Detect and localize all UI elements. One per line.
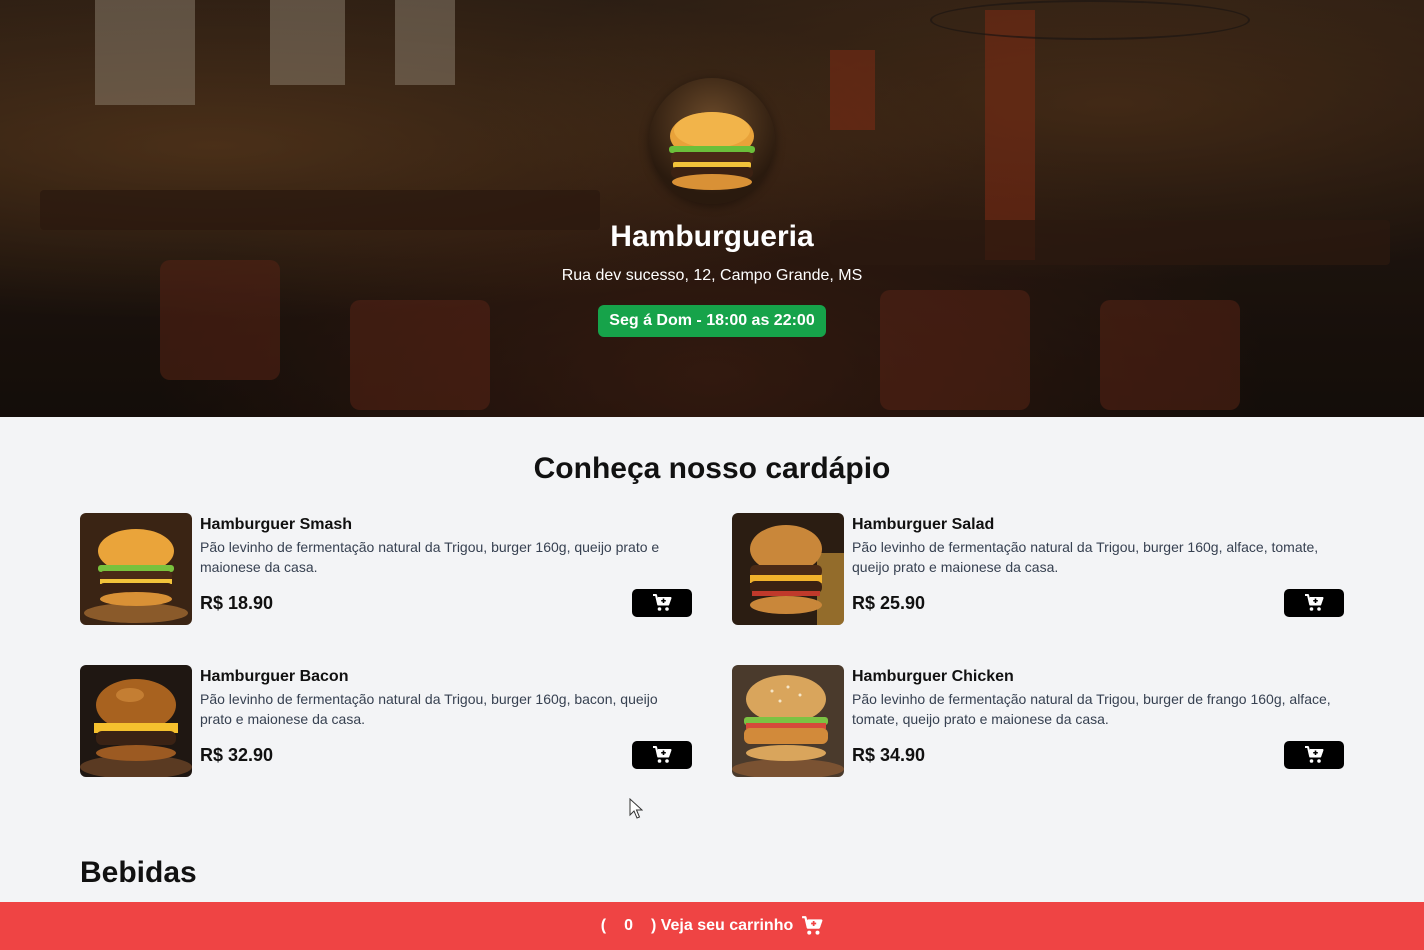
menu-title: Conheça nosso cardápio	[533, 452, 891, 485]
product-name: Hamburguer Chicken	[852, 668, 1014, 685]
restaurant-address: Rua dev sucesso, 12, Campo Grande, MS	[561, 267, 863, 284]
cart-plus-icon	[1305, 594, 1324, 611]
cart-plus-icon	[653, 746, 672, 763]
product-description: Pão levinho de fermentação natural da Tr…	[852, 539, 1319, 575]
drinks-section-title: Bebidas	[80, 856, 197, 889]
menu-item-salad: Hamburguer Salad Pão levinho de fermenta…	[732, 513, 1344, 625]
add-to-cart-button[interactable]	[1284, 741, 1344, 769]
opening-hours-badge: Seg á Dom - 18:00 as 22:00	[598, 305, 826, 337]
menu-item-smash: Hamburguer Smash Pão levinho de fermenta…	[80, 513, 692, 625]
mouse-cursor-icon	[629, 798, 643, 819]
cart-plus-icon	[653, 594, 672, 611]
product-name: Hamburguer Bacon	[200, 668, 349, 685]
product-price: R$ 34.90	[852, 745, 926, 765]
product-image	[80, 513, 192, 625]
cart-plus-icon	[1305, 746, 1324, 763]
product-description: Pão levinho de fermentação natural da Tr…	[852, 691, 1331, 727]
product-price: R$ 18.90	[200, 593, 274, 613]
hero-banner: Hamburgueria Rua dev sucesso, 12, Campo …	[0, 0, 1424, 417]
product-image	[732, 665, 844, 777]
product-image	[80, 665, 192, 777]
product-price: R$ 25.90	[852, 593, 926, 613]
restaurant-name: Hamburgueria	[610, 220, 814, 253]
cart-open-paren: (	[600, 917, 607, 934]
add-to-cart-button[interactable]	[632, 741, 692, 769]
cart-label: ) Veja seu carrinho	[650, 917, 794, 934]
product-price: R$ 32.90	[200, 745, 274, 765]
product-description: Pão levinho de fermentação natural da Tr…	[200, 691, 658, 727]
product-name: Hamburguer Salad	[852, 516, 995, 533]
add-to-cart-button[interactable]	[1284, 589, 1344, 617]
product-name: Hamburguer Smash	[200, 516, 353, 533]
restaurant-logo	[649, 78, 775, 204]
product-description: Pão levinho de fermentação natural da Tr…	[200, 539, 660, 575]
view-cart-bar[interactable]: ( 0 ) Veja seu carrinho	[0, 902, 1424, 950]
cart-count: 0	[624, 917, 633, 934]
add-to-cart-button[interactable]	[632, 589, 692, 617]
product-image	[732, 513, 844, 625]
menu-item-bacon: Hamburguer Bacon Pão levinho de fermenta…	[80, 665, 692, 777]
cart-icon	[802, 916, 823, 935]
burger-logo-image	[669, 112, 755, 190]
hero-overlay	[0, 0, 1424, 417]
menu-item-chicken: Hamburguer Chicken Pão levinho de fermen…	[732, 665, 1344, 777]
